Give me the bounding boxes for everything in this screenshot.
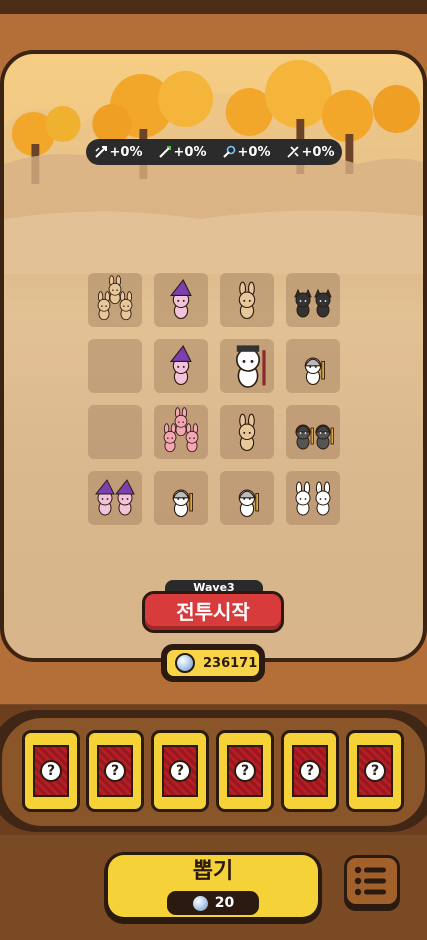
unit-slot-pink-bunny[interactable] <box>154 405 208 459</box>
draw-button-label: 뽑기 <box>192 859 234 884</box>
unit-slot-witch[interactable] <box>88 471 142 525</box>
question-icon: ? <box>104 760 126 782</box>
menu-button-face <box>347 858 397 904</box>
draw-cost: 20 <box>167 891 259 915</box>
gem-count: 236171 <box>203 655 258 671</box>
question-icon: ? <box>299 760 321 782</box>
unit-slot-bunny-archer[interactable] <box>220 273 274 327</box>
unit-slot-maid-mage[interactable] <box>220 339 274 393</box>
draw-cost-value: 20 <box>214 895 235 911</box>
unit-slot-black-cat[interactable] <box>286 273 340 327</box>
stat-crit: +0% <box>286 144 335 160</box>
question-icon: ? <box>234 760 256 782</box>
mystery-card-2[interactable]: ? <box>86 730 144 812</box>
witch-icon <box>169 278 192 320</box>
knight-icon <box>172 489 193 518</box>
bunny-archer-icon <box>238 413 256 452</box>
stat-damage-value: +0% <box>173 144 207 160</box>
mystery-card-4[interactable]: ? <box>216 730 274 812</box>
question-icon: ? <box>169 760 191 782</box>
unit-grid <box>88 273 342 525</box>
damage-icon <box>158 146 171 158</box>
unit-slot-dark-knight[interactable] <box>286 405 340 459</box>
stat-magic: +0% <box>222 144 271 160</box>
mystery-card-1[interactable]: ? <box>22 730 80 812</box>
mystery-card-5[interactable]: ? <box>281 730 339 812</box>
attack-speed-icon <box>94 146 107 158</box>
maid-mage-icon <box>235 345 266 388</box>
stat-attack-speed-value: +0% <box>109 144 143 160</box>
gem-orb-icon <box>191 894 209 912</box>
list-icon <box>354 866 386 896</box>
unit-slot-witch[interactable] <box>154 273 208 327</box>
knight-icon <box>238 489 259 518</box>
witch-icon <box>94 479 135 516</box>
stat-bonus-bar: +0% +0% +0% +0% <box>86 139 342 165</box>
knight-icon <box>304 357 325 386</box>
gem-orb-icon <box>175 653 195 673</box>
unit-slot-bunny-archer[interactable] <box>220 405 274 459</box>
dark-knight-icon <box>295 424 334 450</box>
black-cat-icon <box>294 288 332 318</box>
witch-icon <box>169 344 192 386</box>
unit-slot-witch[interactable] <box>154 339 208 393</box>
start-battle-button[interactable]: 전투시작 <box>142 591 284 633</box>
gem-counter: 236171 <box>165 648 261 678</box>
magic-icon <box>222 145 235 158</box>
mystery-card-3[interactable]: ? <box>151 730 209 812</box>
stat-attack-speed: +0% <box>94 144 143 160</box>
stat-magic-value: +0% <box>237 144 271 160</box>
pink-bunny-icon <box>163 407 199 453</box>
bunny-archer-icon <box>238 281 256 320</box>
white-bunny-icon <box>295 481 331 516</box>
stat-crit-value: +0% <box>301 144 335 160</box>
mystery-card-6[interactable]: ? <box>346 730 404 812</box>
stat-damage: +0% <box>158 144 207 160</box>
empty-grid-slot[interactable] <box>88 339 142 393</box>
top-bar <box>0 0 427 14</box>
empty-grid-slot[interactable] <box>88 405 142 459</box>
bunny-archer-icon <box>97 275 133 321</box>
question-icon: ? <box>40 760 62 782</box>
unit-slot-knight[interactable] <box>220 471 274 525</box>
unit-slot-bunny-archer[interactable] <box>88 273 142 327</box>
crit-icon <box>286 146 299 158</box>
unit-slot-knight[interactable] <box>154 471 208 525</box>
question-icon: ? <box>364 760 386 782</box>
unit-slot-knight[interactable] <box>286 339 340 393</box>
unit-slot-white-bunny[interactable] <box>286 471 340 525</box>
